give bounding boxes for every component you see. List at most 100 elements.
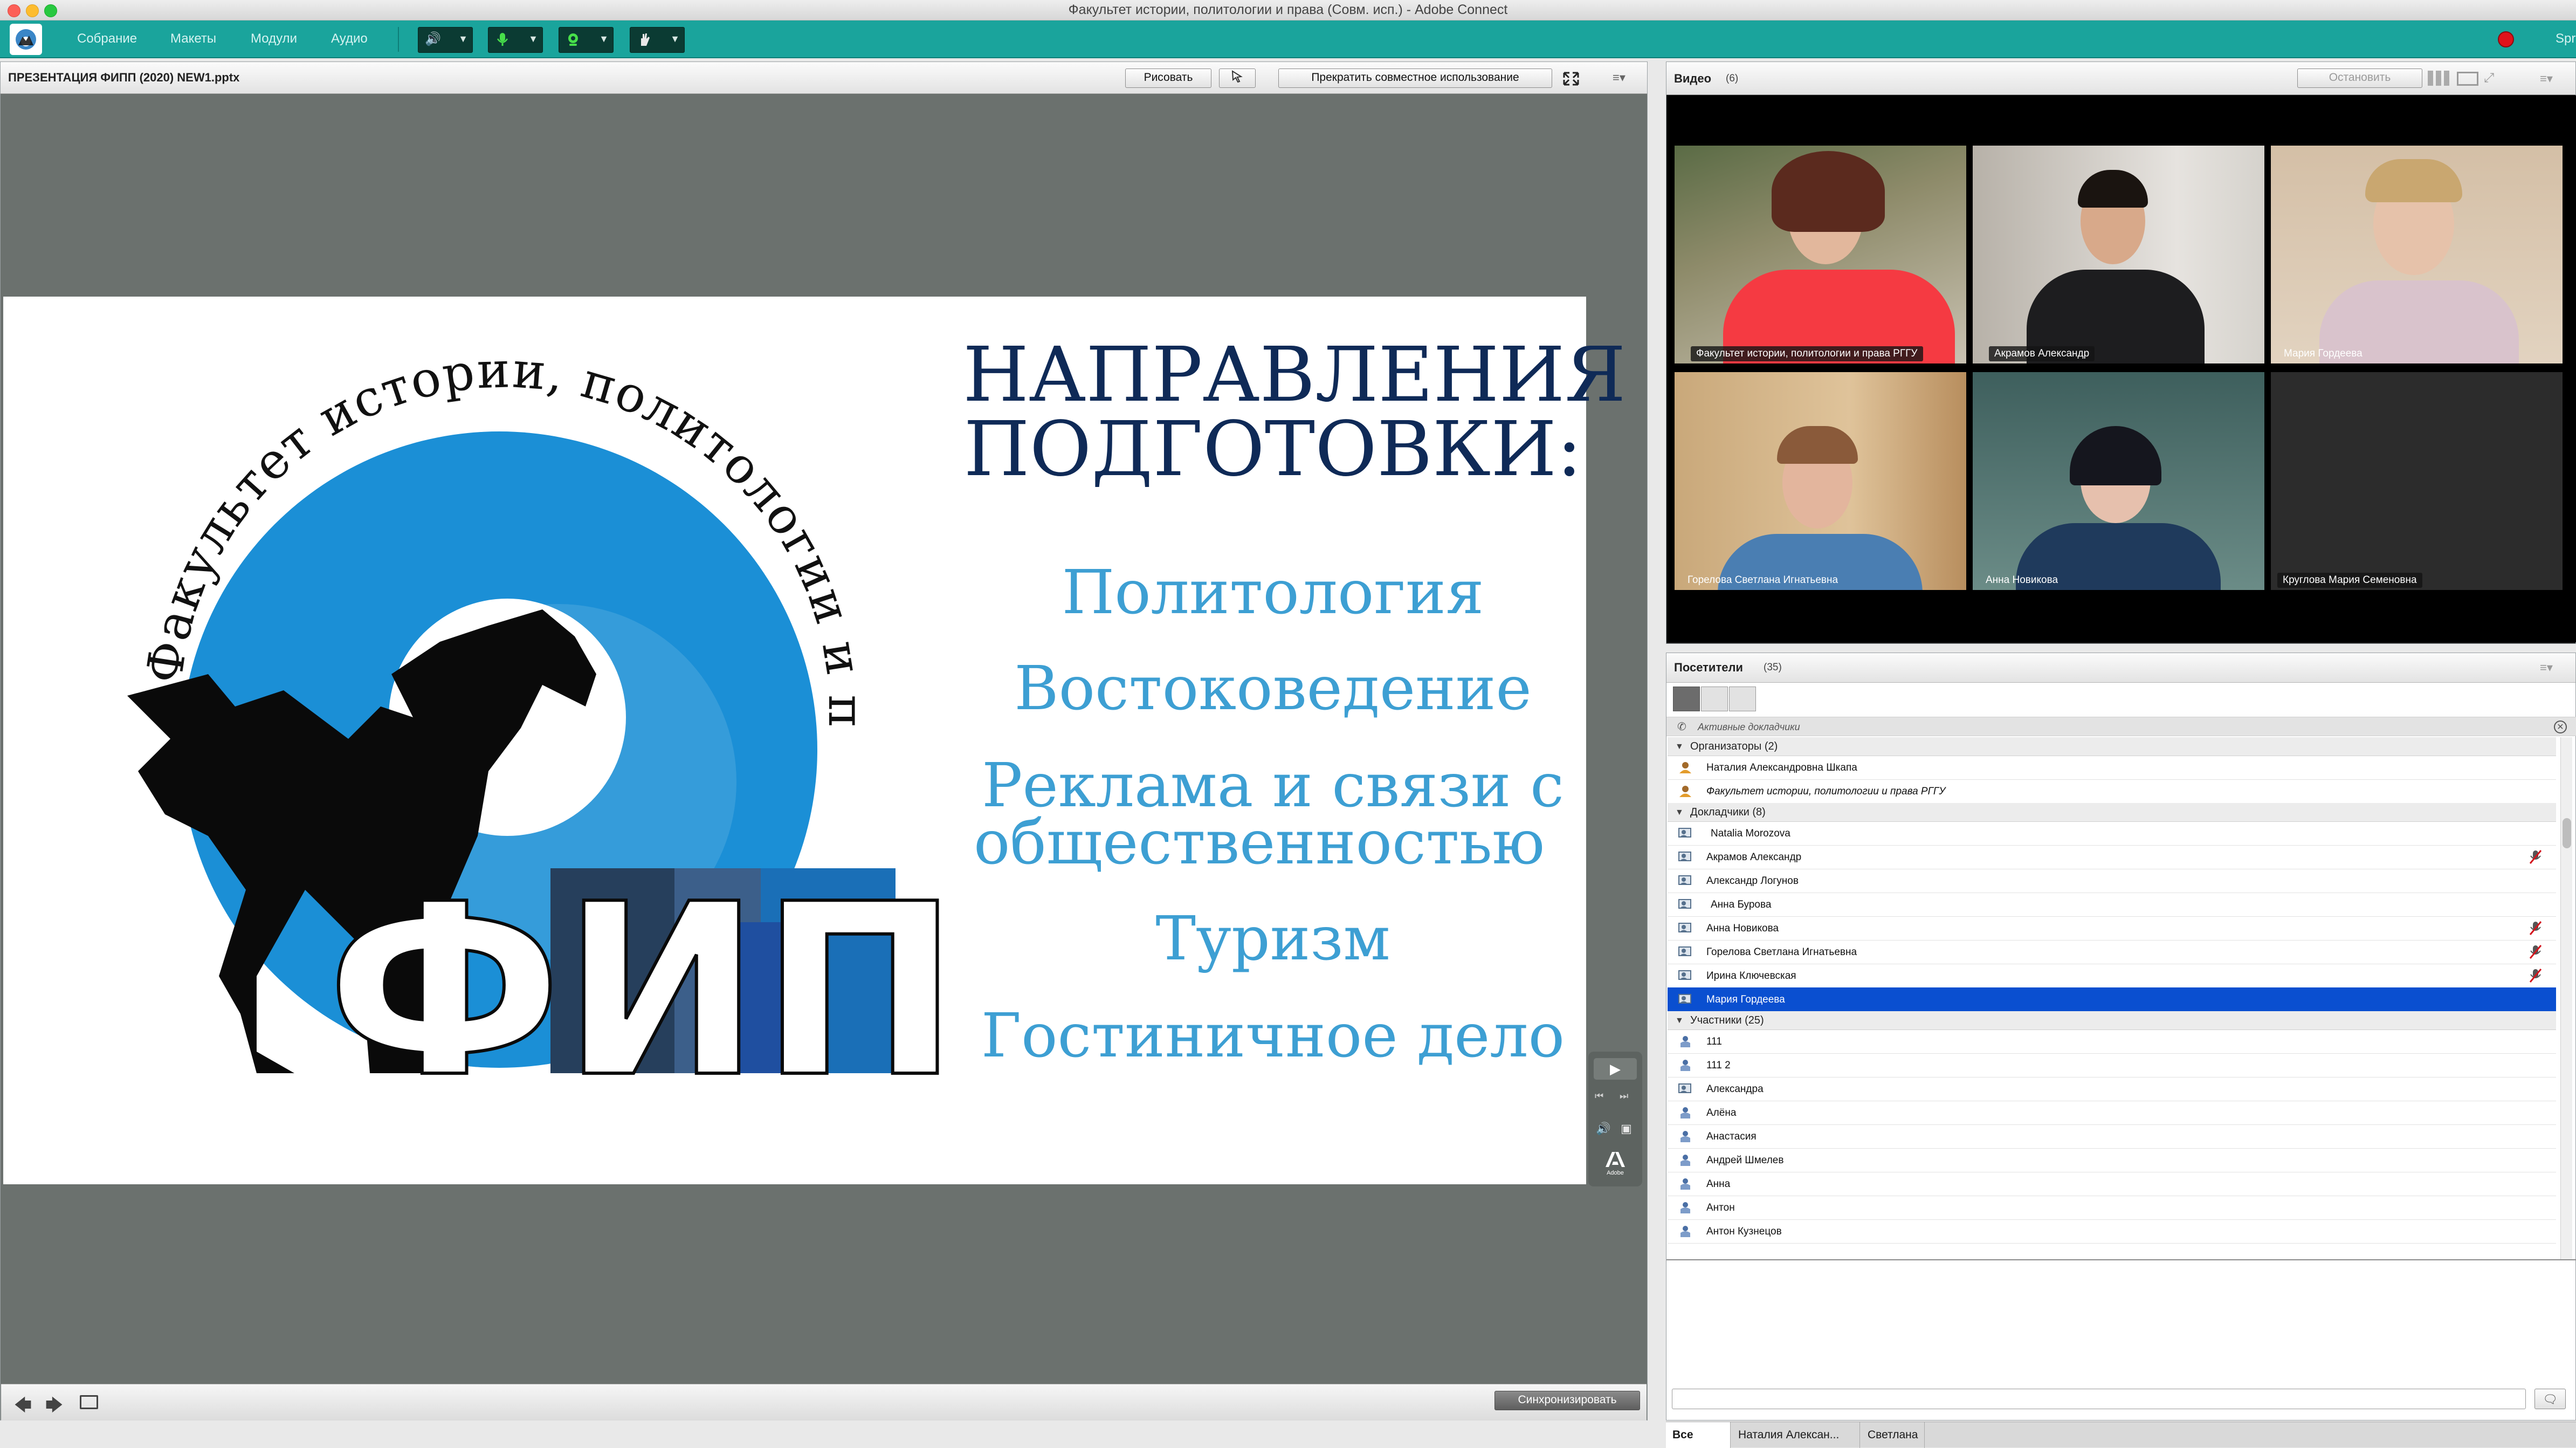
attendee-name: Анна Бурова xyxy=(1711,899,1772,910)
chat-input[interactable] xyxy=(1672,1389,2526,1409)
volume-icon[interactable]: 🔊 xyxy=(1596,1122,1610,1136)
synchronize-button[interactable]: Синхронизировать xyxy=(1494,1391,1640,1410)
list-item[interactable]: Ирина Ключевская xyxy=(1668,964,2556,988)
list-item[interactable]: Анна xyxy=(1668,1172,2556,1196)
previous-slide-icon[interactable]: ⏮ xyxy=(1595,1090,1603,1102)
stop-video-button[interactable]: Остановить xyxy=(2297,68,2422,88)
microphone-button[interactable]: ▼ xyxy=(488,27,543,53)
status-view-icon[interactable] xyxy=(1701,687,1728,711)
next-slide-icon[interactable]: ⏭ xyxy=(1620,1090,1628,1102)
attendee-name: Ирина Ключевская xyxy=(1706,970,1796,982)
video-tile-name: Акрамов Александр xyxy=(1989,346,2095,361)
breakout-view-icon[interactable] xyxy=(1729,687,1756,711)
attendee-name: Антон Кузнецов xyxy=(1706,1226,1782,1237)
camera-button[interactable]: ▼ xyxy=(559,27,614,53)
speaker-button[interactable]: 🔊 ▼ xyxy=(418,27,473,53)
list-item[interactable]: Антон Кузнецов xyxy=(1668,1219,2556,1244)
attendees-pod-title: Посетители xyxy=(1674,661,1743,674)
direction-oriental-studies: Востоковедение xyxy=(1014,654,1532,724)
pod-options-icon[interactable]: ≡▾ xyxy=(2540,72,2553,86)
list-item[interactable]: Антон xyxy=(1668,1196,2556,1220)
presenter-icon xyxy=(1678,923,1691,932)
list-view-icon[interactable] xyxy=(1673,687,1700,711)
filmstrip-view-icon[interactable] xyxy=(2457,72,2478,86)
stop-sharing-button[interactable]: Прекратить совместное использование xyxy=(1278,68,1552,88)
chat-tab-all[interactable]: Все xyxy=(1666,1422,1731,1448)
participants-group-header[interactable]: ▼ Участники (25) xyxy=(1668,1011,2556,1030)
grid-view-icon[interactable] xyxy=(2428,71,2451,86)
host-user-icon xyxy=(1679,786,1691,797)
list-item[interactable]: Александра xyxy=(1668,1077,2556,1101)
microphone-icon xyxy=(495,32,510,47)
help-menu-cut[interactable]: Spr xyxy=(2556,31,2575,46)
attendee-list: ▼ Организаторы (2) Наталия Александровна… xyxy=(1668,737,2556,1259)
attendees-pod-header: Посетители (35) ≡▾ xyxy=(1666,653,2575,683)
video-tile[interactable]: Мария Гордеева xyxy=(2271,146,2563,363)
fullscreen-icon[interactable]: ⤢ xyxy=(2484,71,2500,87)
window-title-bar: Факультет истории, политологии и права (… xyxy=(0,0,2576,20)
video-tile[interactable]: Анна Новикова xyxy=(1973,372,2264,590)
captions-icon[interactable]: ▣ xyxy=(1621,1122,1632,1136)
play-button[interactable]: ▶ xyxy=(1594,1058,1637,1080)
person-hair xyxy=(1777,426,1858,464)
list-item[interactable]: Андрей Шмелев xyxy=(1668,1148,2556,1172)
send-message-button[interactable]: 🗨 xyxy=(2534,1389,2566,1409)
video-tile[interactable]: Горелова Светлана Игнатьевна xyxy=(1675,372,1966,590)
close-icon[interactable]: ✕ xyxy=(2554,720,2567,733)
microphone-muted-icon xyxy=(2529,850,2542,864)
direction-tourism: Туризм xyxy=(1155,904,1390,974)
thumbnails-icon[interactable] xyxy=(80,1395,98,1409)
video-tile[interactable]: Факультет истории, политологии и права Р… xyxy=(1675,146,1966,363)
list-bottom-border xyxy=(1666,1259,2576,1260)
list-item[interactable]: Наталия Александровна Шкапа xyxy=(1668,756,2556,780)
scrollbar-thumb[interactable] xyxy=(2563,818,2571,848)
fipp-logo: Факультет истории, политологии и права Р… xyxy=(3,297,952,1131)
list-item[interactable]: Анна Бурова xyxy=(1668,893,2556,917)
pod-options-icon[interactable]: ≡▾ xyxy=(1613,71,1626,85)
draw-button[interactable]: Рисовать xyxy=(1125,68,1211,88)
attendee-list-scrollbar[interactable] xyxy=(2560,737,2572,1259)
person-hair xyxy=(2365,159,2462,202)
video-tile[interactable]: Круглова Мария Семеновна xyxy=(2271,372,2563,590)
participants-group-label: Участники (25) xyxy=(1690,1014,1764,1026)
menu-audio[interactable]: Аудио xyxy=(331,31,368,46)
presenters-group-label: Докладчики (8) xyxy=(1690,806,1766,818)
app-logo[interactable] xyxy=(10,24,42,55)
fullscreen-icon[interactable] xyxy=(1562,71,1580,87)
video-tile[interactable]: Акрамов Александр xyxy=(1973,146,2264,363)
list-item[interactable]: 111 2 xyxy=(1668,1053,2556,1078)
list-item[interactable]: Анна Новикова xyxy=(1668,916,2556,941)
menu-meeting[interactable]: Собрание xyxy=(77,31,137,46)
list-item[interactable]: Акрамов Александр xyxy=(1668,845,2556,869)
list-item[interactable]: Алёна xyxy=(1668,1101,2556,1125)
raise-hand-button[interactable]: ▼ xyxy=(630,27,685,53)
person-hair xyxy=(2070,426,2161,485)
presenter-icon xyxy=(1678,994,1691,1004)
chat-tab-private[interactable]: Наталия Алексан... xyxy=(1731,1422,1860,1448)
menu-layouts[interactable]: Макеты xyxy=(170,31,216,46)
list-item[interactable]: Анастасия xyxy=(1668,1124,2556,1149)
list-item[interactable]: Natalia Morozova xyxy=(1668,821,2556,846)
chat-tab-private-2[interactable]: Светлана xyxy=(1860,1422,1925,1448)
attendee-name: Александр Логунов xyxy=(1706,875,1799,887)
back-arrow-icon[interactable]: 🡄 xyxy=(14,1393,32,1422)
hosts-group-header[interactable]: ▼ Организаторы (2) xyxy=(1668,737,2556,756)
menu-pods[interactable]: Модули xyxy=(251,31,297,46)
attendee-name: Андрей Шмелев xyxy=(1706,1155,1784,1166)
list-item[interactable]: Александр Логунов xyxy=(1668,869,2556,893)
list-item[interactable]: Горелова Светлана Игнатьевна xyxy=(1668,940,2556,964)
list-item[interactable]: 111 xyxy=(1668,1030,2556,1054)
participant-user-icon xyxy=(1680,1226,1690,1237)
forward-arrow-icon[interactable]: 🡆 xyxy=(45,1393,63,1422)
pointer-tool-button[interactable] xyxy=(1219,68,1256,88)
attendee-name: Анна xyxy=(1706,1178,1731,1190)
list-item[interactable]: Факультет истории, политологии и права Р… xyxy=(1668,779,2556,804)
chat-tabs: Все Наталия Алексан... Светлана xyxy=(1666,1422,2576,1448)
pod-options-icon[interactable]: ≡▾ xyxy=(2540,661,2553,675)
recording-indicator-icon[interactable] xyxy=(2498,31,2514,47)
list-item-selected[interactable]: Мария Гордеева xyxy=(1668,987,2556,1012)
slide-heading-line1: НАПРАВЛЕНИЯ xyxy=(963,331,1626,419)
toolbar-divider xyxy=(398,27,399,52)
attendee-name: 111 2 xyxy=(1706,1060,1731,1071)
presenters-group-header[interactable]: ▼ Докладчики (8) xyxy=(1668,803,2556,822)
